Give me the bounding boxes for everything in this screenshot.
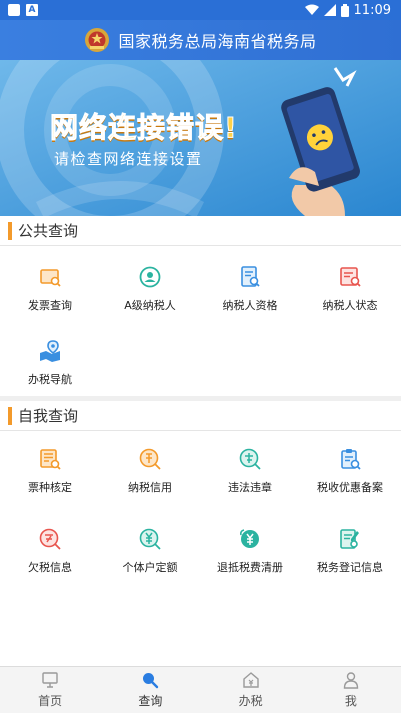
app-header: 国家税务总局海南省税务局	[0, 20, 401, 60]
grid-item-invoice-query[interactable]: 发票查询	[0, 252, 100, 326]
app-notification-icon: A	[26, 4, 38, 16]
grid-item-tax-arrears[interactable]: 欠税信息	[0, 514, 100, 588]
grid-item-a-level-taxpayer[interactable]: A级纳税人	[100, 252, 200, 326]
tax-preference-icon	[341, 449, 361, 470]
grid-item-label: 发票查询	[28, 299, 72, 312]
tax-service-icon	[242, 672, 259, 688]
grid-item-taxpayer-status[interactable]: 纳税人状态	[300, 252, 400, 326]
tax-credit-icon	[139, 448, 161, 470]
notification-icon	[8, 4, 20, 16]
signal-icon	[323, 4, 336, 16]
user-icon	[343, 672, 359, 689]
status-bar: A 11:09	[0, 0, 401, 20]
grid-item-label: 办税导航	[28, 373, 72, 386]
section-title: 公共查询	[18, 222, 79, 240]
grid-item-label: 税收优惠备案	[317, 481, 383, 494]
nav-label: 我	[344, 694, 357, 708]
taxpayer-qualification-icon	[241, 266, 260, 287]
grid-item-label: 票种核定	[28, 481, 72, 494]
refund-list-icon	[240, 529, 259, 548]
ticket-type-icon	[40, 449, 61, 470]
section-accent-bar	[8, 221, 12, 240]
grid-item-tax-registration[interactable]: 税务登记信息	[300, 514, 400, 588]
nav-tab-tax-service[interactable]: 办税	[201, 667, 301, 713]
nav-label: 查询	[138, 694, 163, 708]
grid-item-label: 退抵税费清册	[217, 561, 283, 574]
clock: 11:09	[353, 2, 391, 18]
grid-item-tax-navigation[interactable]: 办税导航	[0, 326, 100, 400]
grid-item-label: 纳税人资格	[222, 299, 278, 312]
grid-item-taxpayer-qualification[interactable]: 纳税人资格	[200, 252, 300, 326]
grid-item-label: 违法违章	[228, 481, 272, 494]
wifi-icon	[304, 4, 319, 15]
grid-item-tax-preference[interactable]: 税收优惠备案	[300, 434, 400, 508]
grid-item-label: 纳税信用	[128, 481, 172, 494]
individual-quota-icon	[139, 528, 161, 550]
grid-item-violation[interactable]: 违法违章	[200, 434, 300, 508]
grid-item-tax-credit[interactable]: 纳税信用	[100, 434, 200, 508]
sad-phone-icon	[281, 67, 360, 216]
grid-item-label: A级纳税人	[124, 299, 176, 312]
grid-item-label: 欠税信息	[28, 561, 72, 574]
invoice-search-icon	[40, 269, 61, 287]
battery-icon	[340, 3, 349, 17]
nav-tab-query[interactable]: 查询	[100, 667, 200, 713]
bottom-navigation: 首页 查询 办税 我	[0, 666, 401, 713]
self-query-grid: 票种核定 纳税信用 违法违章 税收优惠备案 欠税信息 个体户定额 退抵税费清册 …	[0, 434, 401, 594]
page-title: 国家税务总局海南省税务局	[118, 32, 317, 51]
grid-item-individual-quota[interactable]: 个体户定额	[100, 514, 200, 588]
tax-registration-icon	[340, 529, 359, 549]
nav-tab-me[interactable]: 我	[301, 667, 401, 713]
section-public-query: 公共查询	[0, 216, 401, 246]
a-level-taxpayer-icon	[139, 266, 161, 288]
section-self-query: 自我查询	[0, 401, 401, 431]
nav-tab-home[interactable]: 首页	[0, 667, 100, 713]
grid-item-label: 个体户定额	[122, 561, 178, 574]
nav-label: 办税	[238, 694, 263, 708]
search-icon	[143, 673, 159, 689]
grid-item-refund-list[interactable]: 退抵税费清册	[200, 514, 300, 588]
public-query-grid: 发票查询 A级纳税人 纳税人资格 纳税人状态 办税导航	[0, 250, 401, 400]
tax-navigation-icon	[40, 340, 60, 362]
grid-item-ticket-type[interactable]: 票种核定	[0, 434, 100, 508]
grid-item-label: 纳税人状态	[322, 299, 378, 312]
banner-title: 网络连接错误!	[50, 111, 238, 145]
home-icon	[42, 672, 58, 688]
tax-emblem-icon	[85, 28, 110, 52]
network-error-banner: 网络连接错误! 请检查网络连接设置	[0, 60, 401, 216]
section-accent-bar	[8, 406, 12, 425]
section-title: 自我查询	[18, 407, 79, 425]
nav-label: 首页	[38, 694, 63, 708]
banner-subtitle: 请检查网络连接设置	[54, 150, 203, 168]
taxpayer-status-icon	[340, 267, 361, 287]
grid-item-label: 税务登记信息	[317, 561, 383, 574]
violation-icon	[239, 448, 261, 470]
tax-arrears-icon	[39, 528, 61, 550]
